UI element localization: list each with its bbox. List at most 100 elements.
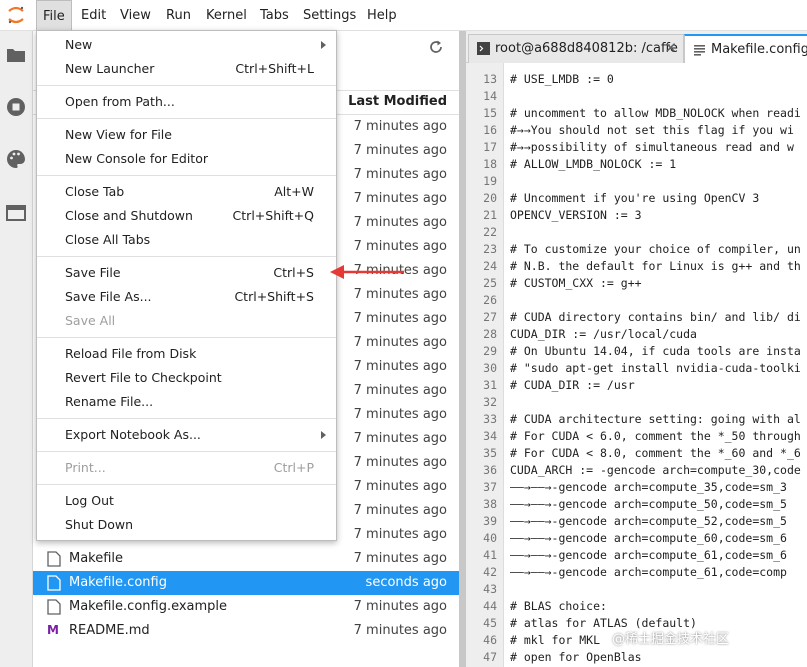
menu-item-export-notebook-as[interactable]: Export Notebook As... bbox=[37, 423, 336, 447]
panel-splitter[interactable] bbox=[459, 31, 466, 667]
code-line: # USE_LMDB := 0 bbox=[510, 72, 614, 86]
file-last-modified: 7 minutes ago bbox=[353, 527, 447, 542]
menu-item-new-console-for-editor[interactable]: New Console for Editor bbox=[37, 147, 336, 171]
line-number: 30 bbox=[483, 361, 497, 375]
menu-tabs[interactable]: Tabs bbox=[254, 0, 295, 31]
menu-item-label: Export Notebook As... bbox=[65, 427, 201, 442]
code-line: # BLAS choice: bbox=[510, 599, 607, 613]
line-number: 42 bbox=[483, 565, 497, 579]
menu-view[interactable]: View bbox=[114, 0, 157, 31]
menu-item-close-and-shutdown[interactable]: Close and Shutdown Ctrl+Shift+Q bbox=[37, 204, 336, 228]
code-editor[interactable]: 13 14 15 16 17 18 19 20 21 22 23 24 25 26 27 28 29 30 31 32… bbox=[466, 63, 807, 667]
line-number-gutter: 13 14 15 16 17 18 19 20 21 22 23 24 25 26 27 28 29 30 31 32… bbox=[466, 63, 504, 667]
line-number: 35 bbox=[483, 446, 497, 460]
file-row[interactable]: Makefile.config.example 7 minutes ago bbox=[33, 595, 459, 619]
tab-makefile-config[interactable]: Makefile.config bbox=[684, 34, 807, 64]
line-number: 31 bbox=[483, 378, 497, 392]
menu-settings[interactable]: Settings bbox=[297, 0, 362, 31]
menu-help[interactable]: Help bbox=[361, 0, 403, 31]
folder-icon[interactable] bbox=[4, 43, 28, 67]
line-number: 40 bbox=[483, 531, 497, 545]
file-last-modified: 7 minutes ago bbox=[353, 191, 447, 206]
menu-item-reload-file-from-disk[interactable]: Reload File from Disk bbox=[37, 342, 336, 366]
menu-item-shut-down[interactable]: Shut Down bbox=[37, 513, 336, 537]
menu-item-revert-file-to-checkpoint[interactable]: Revert File to Checkpoint bbox=[37, 366, 336, 390]
line-number: 27 bbox=[483, 310, 497, 324]
file-name: Makefile bbox=[69, 551, 124, 566]
line-number: 33 bbox=[483, 412, 497, 426]
text-file-icon bbox=[694, 45, 705, 56]
column-last-modified[interactable]: Last Modified bbox=[348, 94, 447, 109]
file-row[interactable]: M README.md 7 minutes ago bbox=[33, 619, 459, 643]
menu-separator bbox=[37, 337, 336, 338]
menu-separator bbox=[37, 451, 336, 452]
menu-item-open-from-path[interactable]: Open from Path... bbox=[37, 90, 336, 114]
file-last-modified: 7 minutes ago bbox=[353, 311, 447, 326]
menu-item-shortcut: Ctrl+P bbox=[273, 460, 314, 475]
file-row[interactable]: Makefile.config seconds ago bbox=[33, 571, 459, 595]
menu-item-save-file-as[interactable]: Save File As... Ctrl+Shift+S bbox=[37, 285, 336, 309]
code-line: # "sudo apt-get install nvidia-cuda-tool… bbox=[510, 361, 801, 375]
code-line: # mkl for MKL bbox=[510, 633, 601, 647]
file-row[interactable]: Makefile 7 minutes ago bbox=[33, 547, 459, 571]
palette-icon[interactable] bbox=[4, 147, 28, 171]
line-number: 18 bbox=[483, 157, 497, 171]
code-line: # ALLOW_LMDB_NOLOCK := 1 bbox=[510, 157, 677, 171]
menu-item-label: Close Tab bbox=[65, 184, 125, 199]
close-icon[interactable]: ✕ bbox=[664, 35, 677, 62]
file-last-modified: 7 minutes ago bbox=[353, 455, 447, 470]
tab-terminal[interactable]: root@a688d840812b: /caffe ✕ bbox=[468, 34, 684, 63]
code-line: CUDA_ARCH := -gencode arch=compute_30,co… bbox=[510, 463, 801, 477]
menu-item-label: Shut Down bbox=[65, 517, 134, 532]
menu-run[interactable]: Run bbox=[160, 0, 197, 31]
menu-file[interactable]: File bbox=[36, 0, 72, 32]
line-number: 44 bbox=[483, 599, 497, 613]
menu-item-label: Rename File... bbox=[65, 394, 154, 409]
menu-bar: File Edit View Run Kernel Tabs Settings Help bbox=[0, 0, 807, 32]
menu-item-label: New bbox=[65, 37, 93, 52]
menu-item-label: New View for File bbox=[65, 127, 172, 142]
file-last-modified: 7 minutes ago bbox=[353, 599, 447, 614]
file-icon bbox=[47, 551, 61, 567]
menu-item-save-file[interactable]: Save File Ctrl+S bbox=[37, 261, 336, 285]
jupyter-logo-icon[interactable] bbox=[6, 5, 26, 25]
menu-item-close-tab[interactable]: Close Tab Alt+W bbox=[37, 180, 336, 204]
line-number: 26 bbox=[483, 293, 497, 307]
file-last-modified: 7 minutes ago bbox=[353, 335, 447, 350]
line-number: 19 bbox=[483, 174, 497, 188]
tabs-icon[interactable] bbox=[4, 201, 28, 225]
menu-edit[interactable]: Edit bbox=[75, 0, 112, 31]
line-number: 28 bbox=[483, 327, 497, 341]
line-number: 43 bbox=[483, 582, 497, 596]
code-line: # open for OpenBlas bbox=[510, 650, 642, 664]
file-name: README.md bbox=[69, 623, 150, 638]
file-menu-dropdown: New New Launcher Ctrl+Shift+L Open from Pat… bbox=[36, 30, 337, 541]
line-number: 20 bbox=[483, 191, 497, 205]
refresh-icon[interactable] bbox=[428, 39, 444, 55]
menu-item-shortcut: Alt+W bbox=[274, 184, 314, 199]
code-line: ——→——→-gencode arch=compute_50,code=sm_5 bbox=[510, 497, 787, 511]
menu-item-new-launcher[interactable]: New Launcher Ctrl+Shift+L bbox=[37, 57, 336, 81]
file-last-modified: 7 minutes ago bbox=[353, 623, 447, 638]
menu-item-new-view-for-file[interactable]: New View for File bbox=[37, 123, 336, 147]
line-number: 46 bbox=[483, 633, 497, 647]
menu-item-label: Save All bbox=[65, 313, 116, 328]
activity-bar bbox=[0, 31, 33, 667]
menu-item-label: Save File As... bbox=[65, 289, 152, 304]
line-number: 41 bbox=[483, 548, 497, 562]
running-stop-icon[interactable] bbox=[4, 95, 28, 119]
menu-item-rename-file[interactable]: Rename File... bbox=[37, 390, 336, 414]
menu-item-label: New Console for Editor bbox=[65, 151, 208, 166]
line-number: 17 bbox=[483, 140, 497, 154]
menu-item-new[interactable]: New bbox=[37, 33, 336, 57]
menu-item-shortcut: Ctrl+Shift+Q bbox=[232, 208, 314, 223]
line-number: 14 bbox=[483, 89, 497, 103]
line-number: 36 bbox=[483, 463, 497, 477]
code-line: #→→You should not set this flag if you w… bbox=[510, 123, 794, 137]
menu-item-close-all-tabs[interactable]: Close All Tabs bbox=[37, 228, 336, 252]
code-line: ——→——→-gencode arch=compute_61,code=comp bbox=[510, 565, 787, 579]
code-line: # For CUDA < 8.0, comment the *_60 and *… bbox=[510, 446, 801, 460]
menu-kernel[interactable]: Kernel bbox=[200, 0, 253, 31]
code-line: # CUDA architecture setting: going with … bbox=[510, 412, 801, 426]
menu-item-log-out[interactable]: Log Out bbox=[37, 489, 336, 513]
